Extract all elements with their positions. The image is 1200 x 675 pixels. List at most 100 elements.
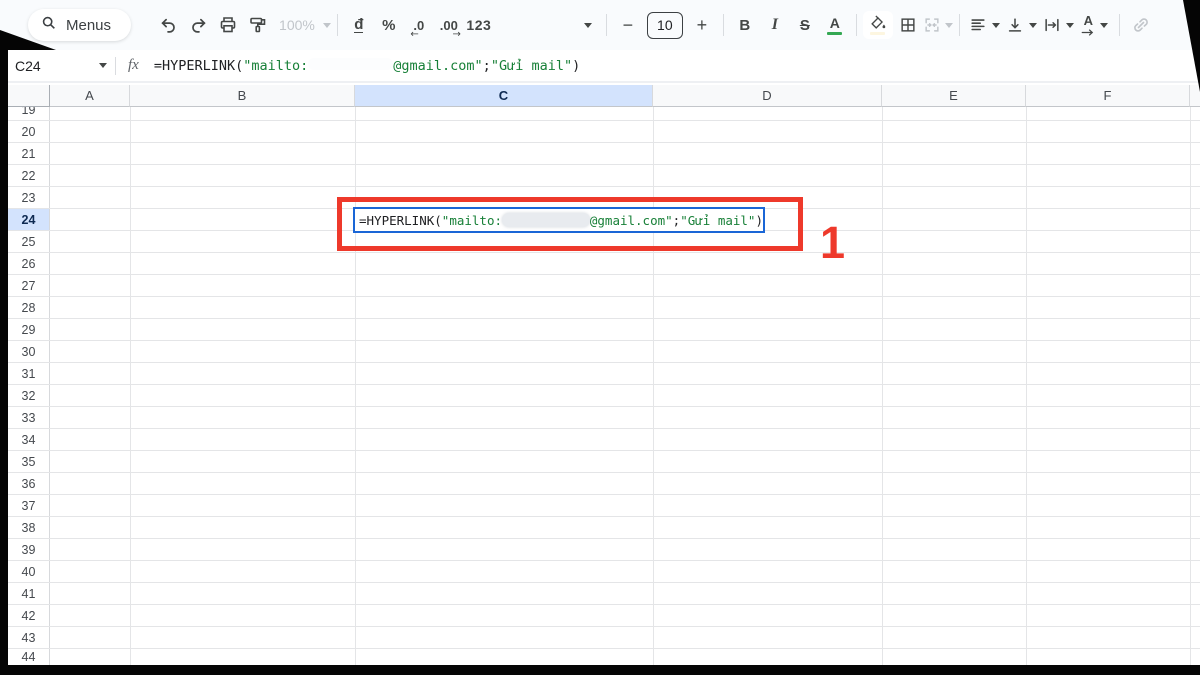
print-button[interactable] (213, 11, 243, 39)
row-header-19[interactable]: 19 (8, 107, 50, 120)
font-size-input[interactable]: 10 (647, 12, 683, 39)
column-header-e[interactable]: E (882, 85, 1026, 107)
grid-row: 19 (8, 107, 1200, 121)
row-header-39[interactable]: 39 (8, 539, 50, 560)
toolbar-divider (1119, 14, 1120, 36)
formula-prefix: =HYPERLINK( (154, 58, 243, 74)
font-select[interactable] (494, 23, 600, 28)
row-header-27[interactable]: 27 (8, 275, 50, 296)
row-header-38[interactable]: 38 (8, 517, 50, 538)
grid-line (882, 107, 883, 675)
increase-decimal-button[interactable]: .00→ (434, 11, 464, 39)
row-header-35[interactable]: 35 (8, 451, 50, 472)
decrease-font-size-button[interactable]: − (613, 11, 643, 39)
row-header-33[interactable]: 33 (8, 407, 50, 428)
grid-row: 38 (8, 517, 1200, 539)
text-wrapping-icon (1043, 16, 1061, 34)
bold-button[interactable]: B (730, 11, 760, 39)
redacted-email-blur (308, 58, 393, 70)
row-header-24[interactable]: 24 (8, 209, 50, 230)
row-header-26[interactable]: 26 (8, 253, 50, 274)
menus-label: Menus (66, 17, 111, 34)
column-header-d[interactable]: D (653, 85, 882, 107)
row-header-43[interactable]: 43 (8, 627, 50, 648)
name-box[interactable]: C24 (0, 58, 107, 74)
grid-line (1190, 107, 1191, 675)
row-header-21[interactable]: 21 (8, 143, 50, 164)
grid-row: 26 (8, 253, 1200, 275)
row-header-25[interactable]: 25 (8, 231, 50, 252)
bold-icon: B (739, 17, 750, 34)
chevron-down-icon (1100, 23, 1108, 28)
undo-button[interactable] (153, 11, 183, 39)
paint-format-button[interactable] (243, 11, 273, 39)
annotation-step-label: 1 (820, 217, 845, 269)
horizontal-align-button[interactable] (969, 11, 1000, 39)
merge-cells-button[interactable] (923, 11, 953, 39)
chevron-down-icon (1066, 23, 1074, 28)
italic-icon: I (772, 16, 778, 34)
column-header-f[interactable]: F (1026, 85, 1190, 107)
row-header-30[interactable]: 30 (8, 341, 50, 362)
row-header-42[interactable]: 42 (8, 605, 50, 626)
borders-button[interactable] (893, 11, 923, 39)
formula-input[interactable]: =HYPERLINK("mailto:@gmail.com";"Gửi mail… (154, 58, 580, 74)
column-header-c[interactable]: C (355, 85, 653, 107)
search-icon (41, 15, 57, 35)
row-header-28[interactable]: 28 (8, 297, 50, 318)
redo-button[interactable] (183, 11, 213, 39)
grid-row: 34 (8, 429, 1200, 451)
row-header-23[interactable]: 23 (8, 187, 50, 208)
row-header-40[interactable]: 40 (8, 561, 50, 582)
decrease-decimal-button[interactable]: .0← (404, 11, 434, 39)
insert-link-button[interactable] (1126, 11, 1156, 39)
currency-dong-icon: đ (354, 17, 363, 33)
grid-row: 33 (8, 407, 1200, 429)
row-header-37[interactable]: 37 (8, 495, 50, 516)
text-rotation-button[interactable]: A (1080, 11, 1110, 39)
text-wrapping-button[interactable] (1043, 11, 1074, 39)
vertical-align-button[interactable] (1006, 11, 1037, 39)
grid-row: 20 (8, 121, 1200, 143)
link-icon (1131, 15, 1151, 35)
minus-icon: − (623, 15, 634, 36)
text-color-icon: A (827, 16, 842, 35)
increase-font-size-button[interactable]: + (687, 11, 717, 39)
toolbar-divider (606, 14, 607, 36)
row-header-20[interactable]: 20 (8, 121, 50, 142)
formula-string-mailto: "mailto: (243, 58, 308, 74)
row-header-31[interactable]: 31 (8, 363, 50, 384)
format-percent-button[interactable]: % (374, 11, 404, 39)
spreadsheet-app: Menus (0, 0, 1200, 675)
grid-row: 39 (8, 539, 1200, 561)
grid-row: 41 (8, 583, 1200, 605)
row-header-34[interactable]: 34 (8, 429, 50, 450)
column-header-a[interactable]: A (50, 85, 130, 107)
row-header-29[interactable]: 29 (8, 319, 50, 340)
column-header-b[interactable]: B (130, 85, 355, 107)
grid-row: 21 (8, 143, 1200, 165)
menus-search-button[interactable]: Menus (28, 9, 131, 41)
row-header-32[interactable]: 32 (8, 385, 50, 406)
more-formats-button[interactable]: 123 (464, 11, 494, 39)
row-header-22[interactable]: 22 (8, 165, 50, 186)
fill-color-button[interactable] (863, 11, 893, 39)
row-header-36[interactable]: 36 (8, 473, 50, 494)
grid-row: 42 (8, 605, 1200, 627)
strikethrough-button[interactable]: S (790, 11, 820, 39)
grid-row: 43 (8, 627, 1200, 649)
format-currency-button[interactable]: đ (344, 11, 374, 39)
sheet-grid: ABCDEF 192021222324252627282930313233343… (8, 85, 1200, 675)
text-color-button[interactable]: A (820, 11, 850, 39)
select-all-corner[interactable] (8, 85, 50, 107)
row-header-41[interactable]: 41 (8, 583, 50, 604)
grid-row: 31 (8, 363, 1200, 385)
strikethrough-icon: S (800, 17, 810, 34)
italic-button[interactable]: I (760, 11, 790, 39)
text-rotation-icon: A (1081, 15, 1095, 36)
grid-line (130, 107, 131, 675)
toolbar-divider (856, 14, 857, 36)
grid-row: 28 (8, 297, 1200, 319)
fill-color-icon (869, 15, 887, 35)
zoom-select[interactable]: 100% (279, 17, 331, 33)
